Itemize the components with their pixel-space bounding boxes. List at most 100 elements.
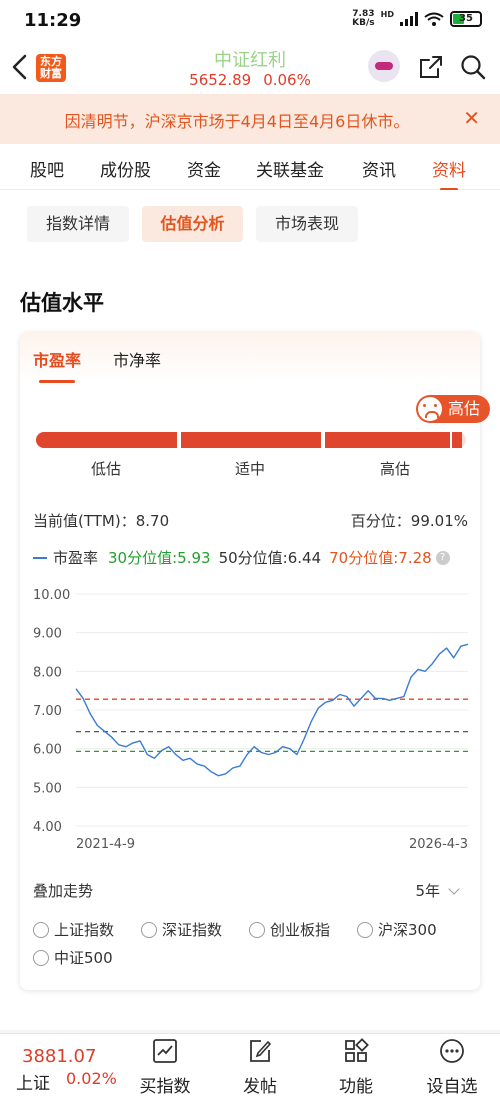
nav-add-watchlist-label: 设自选 <box>426 1077 478 1097</box>
tab-news[interactable]: 资讯 <box>362 156 396 181</box>
legend-p70-value: 7.28 <box>398 549 432 567</box>
legend-p30-value: 5.93 <box>177 549 211 567</box>
tab-related-funds[interactable]: 关联基金 <box>256 156 324 181</box>
section-title: 估值水平 <box>20 291 104 315</box>
index-title: 中证红利 <box>214 50 286 71</box>
radio-circle <box>249 921 265 938</box>
tab-constituents[interactable]: 成份股 <box>100 156 151 181</box>
level-bar-fill <box>36 432 462 448</box>
search-icon[interactable] <box>460 54 486 80</box>
overlay-option-chinext[interactable]: 创业板指 <box>249 919 330 940</box>
status-bar: 11:29 7.83 KB/s HD 35 <box>0 0 500 42</box>
nav-functions-label: 功能 <box>339 1077 373 1097</box>
nav-buy-index-label: 买指数 <box>139 1077 191 1097</box>
page-content: 指数详情 估值分析 市场表现 估值水平 市盈率 市净率 高估 低估 适中 高估 … <box>0 190 500 1030</box>
index-price: 5652.89 <box>189 71 252 89</box>
level-label-mid: 适中 <box>234 460 265 478</box>
legend-swatch <box>33 556 47 559</box>
status-icons: 7.83 KB/s HD 35 <box>352 10 482 28</box>
index-change: 0.06% <box>263 71 311 89</box>
subtab-market-performance[interactable]: 市场表现 <box>256 206 358 242</box>
status-time: 11:29 <box>24 10 82 31</box>
main-tabs: 股吧 成份股 资金 关联基金 资讯 资料 <box>0 144 500 191</box>
current-value: 当前值(TTM)：8.70 <box>33 510 169 531</box>
overlay-option-sse[interactable]: 上证指数 <box>33 919 114 940</box>
radio-circle <box>33 949 49 966</box>
valuation-badge: 高估 <box>416 395 490 423</box>
overlay-option-csi500[interactable]: 中证500 <box>33 947 113 968</box>
index-quote: 5652.89 0.06% <box>150 71 350 89</box>
pe-ratio-chart: 10.00 9.00 8.00 7.00 6.00 5.00 4.00 2021-4-9 202… <box>33 588 469 852</box>
y-tick-label: 7.00 <box>33 704 62 719</box>
level-label-high: 高估 <box>379 460 410 478</box>
level-divider <box>177 432 181 448</box>
level-marker <box>450 432 452 448</box>
level-divider <box>321 432 325 448</box>
percentile: 百分位：99.01% <box>351 510 468 531</box>
overlay-option-szse[interactable]: 深证指数 <box>141 919 222 940</box>
tab-guba[interactable]: 股吧 <box>30 156 64 181</box>
legend-p50: 50分位值:6.44 <box>219 547 322 568</box>
edit-icon <box>250 1040 272 1062</box>
signal-icon <box>400 12 418 26</box>
overlay-option-csi300[interactable]: 沪深300 <box>357 919 437 940</box>
legend-p70-label: 70分位值: <box>329 549 399 567</box>
y-tick-label: 10.00 <box>33 588 70 603</box>
sse-index-change: 0.02% <box>66 1069 117 1088</box>
network-speed-unit: KB/s <box>352 18 375 28</box>
sad-face-icon <box>418 397 442 421</box>
notice-text: 因清明节，沪深京市场于4月4日至4月6日休市。 <box>64 112 410 131</box>
more-icon <box>440 1039 464 1063</box>
range-select-value: 5年 <box>415 882 440 900</box>
nav-post-label: 发帖 <box>243 1077 277 1097</box>
bottom-nav: 3881.07 上证 0.02% 买指数 发帖 功能 设自选 <box>0 1033 500 1111</box>
app-header: 东方财富 中证红利 5652.89 0.06% <box>0 42 500 94</box>
legend-p50-value: 6.44 <box>287 549 322 567</box>
overlay-title: 叠加走势 <box>33 882 94 900</box>
subtab-index-details[interactable]: 指数详情 <box>27 206 129 242</box>
nav-buy-index[interactable]: 买指数 <box>125 1038 205 1097</box>
nav-functions[interactable]: 功能 <box>316 1038 396 1097</box>
y-tick-label: 6.00 <box>33 743 62 758</box>
sse-index-price: 3881.07 <box>22 1046 97 1067</box>
radio-circle <box>141 921 157 938</box>
legend-series: 市盈率 <box>53 549 99 567</box>
chevron-down-icon <box>448 883 460 895</box>
tab-pe-ratio[interactable]: 市盈率 <box>33 347 81 383</box>
sse-index-name: 上证 <box>16 1074 50 1094</box>
percentile-label: 百分位： <box>350 512 411 530</box>
holiday-notice: 因清明节，沪深京市场于4月4日至4月6日休市。 ✕ <box>0 94 500 144</box>
nav-post[interactable]: 发帖 <box>220 1038 300 1097</box>
valuation-badge-label: 高估 <box>448 399 481 418</box>
tab-pb-ratio[interactable]: 市净率 <box>113 347 161 371</box>
chart-legend: 市盈率 30分位值:5.93 50分位值:6.44 70分位值:7.28 ? <box>33 547 450 568</box>
help-icon[interactable]: ? <box>435 550 450 565</box>
close-icon[interactable]: ✕ <box>463 108 480 128</box>
share-icon[interactable] <box>418 54 444 80</box>
y-tick-label: 4.00 <box>33 820 62 835</box>
y-tick-label: 9.00 <box>33 627 62 642</box>
radio-circle <box>33 921 49 938</box>
overlay-option-label: 深证指数 <box>162 921 223 939</box>
legend-p30-label: 30分位值: <box>108 549 178 567</box>
nav-add-watchlist[interactable]: 设自选 <box>412 1038 492 1097</box>
battery-icon: 35 <box>450 11 482 27</box>
y-tick-label: 5.00 <box>33 781 62 796</box>
subtab-valuation[interactable]: 估值分析 <box>142 206 243 242</box>
overlay-option-label: 上证指数 <box>54 921 115 939</box>
range-select[interactable]: 5年 <box>415 880 460 901</box>
back-icon[interactable] <box>8 52 32 82</box>
current-value-label: 当前值(TTM)： <box>33 512 136 530</box>
y-tick-label: 8.00 <box>33 665 62 680</box>
battery-level: 35 <box>459 13 473 24</box>
wifi-icon <box>424 12 444 26</box>
avatar[interactable] <box>368 50 400 82</box>
overlay-option-label: 创业板指 <box>270 921 331 939</box>
app-logo: 东方财富 <box>36 54 66 82</box>
tab-funds[interactable]: 资金 <box>187 156 221 181</box>
valuation-card: 市盈率 市净率 高估 低估 适中 高估 当前值(TTM)：8.70 百分位：99… <box>20 332 490 990</box>
tab-profile[interactable]: 资料 <box>432 156 466 191</box>
radio-circle <box>357 921 373 938</box>
overlay-option-label: 中证500 <box>54 949 113 967</box>
hd-indicator: HD <box>380 10 394 19</box>
